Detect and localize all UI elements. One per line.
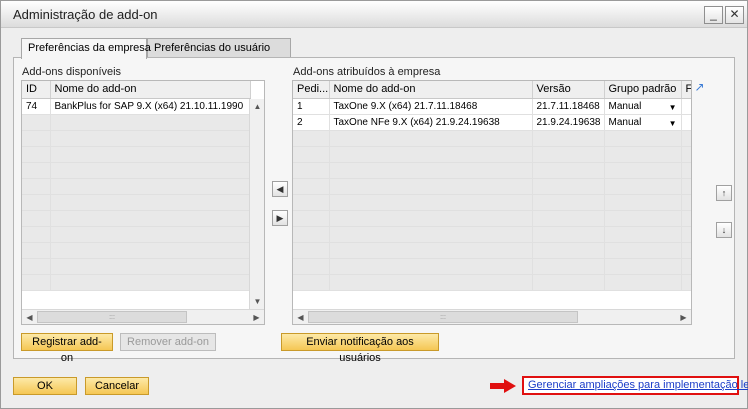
empty-row xyxy=(293,274,691,291)
default-group-dropdown[interactable]: Manual ▼ xyxy=(604,114,682,131)
scroll-up-icon[interactable]: ▲ xyxy=(250,99,264,114)
column-header-order[interactable]: Pedi... xyxy=(293,81,330,99)
dropdown-value: Manual xyxy=(608,100,642,112)
cell-addon-name: BankPlus for SAP 9.X (x64) 21.10.11.1990 xyxy=(50,98,251,115)
available-addons-grid: ID Nome do add-on 74 BankPlus for SAP 9.… xyxy=(21,80,265,325)
scroll-right-icon[interactable]: ▶ xyxy=(676,310,691,324)
empty-row xyxy=(22,194,251,211)
move-up-button[interactable]: ↑ xyxy=(716,185,732,201)
empty-row xyxy=(293,146,691,163)
column-header-f[interactable]: F xyxy=(681,81,691,99)
expand-assigned-icon[interactable]: ↗ xyxy=(693,81,706,94)
scroll-down-icon[interactable]: ▼ xyxy=(250,294,264,309)
available-horizontal-scrollbar[interactable]: ◀ ::: ▶ xyxy=(22,309,264,324)
grid-header-row: ID Nome do add-on xyxy=(22,81,251,99)
move-right-button[interactable]: ▶ xyxy=(272,210,288,226)
empty-row xyxy=(22,242,251,259)
scroll-right-icon[interactable]: ▶ xyxy=(249,310,264,324)
close-button[interactable]: ✕ xyxy=(725,6,744,24)
cell-addon-name: TaxOne NFe 9.X (x64) 21.9.24.19638 xyxy=(329,114,533,131)
scroll-left-icon[interactable]: ◀ xyxy=(293,310,308,324)
tab-panel: Add-ons disponíveis ↗ ID Nome do add-on … xyxy=(13,57,735,364)
scroll-thumb[interactable]: ::: xyxy=(308,311,578,323)
cell-version: 21.7.11.18468 xyxy=(532,98,605,115)
column-header-addon-name[interactable]: Nome do add-on xyxy=(50,81,251,99)
manage-extensions-link[interactable]: Gerenciar ampliações para implementação … xyxy=(528,379,748,391)
empty-row xyxy=(22,210,251,227)
dropdown-value: Manual xyxy=(608,116,642,128)
send-notification-button[interactable]: Enviar notificação aos usuários xyxy=(281,333,439,364)
empty-row xyxy=(22,162,251,179)
ok-button[interactable]: OK xyxy=(13,377,77,395)
cell-addon-name: TaxOne 9.X (x64) 21.7.11.18468 xyxy=(329,98,533,115)
assigned-addons-label: Add-ons atribuídos à empresa xyxy=(293,66,441,78)
column-header-default-group[interactable]: Grupo padrão xyxy=(604,81,682,99)
remove-addon-button[interactable]: Remover add-on xyxy=(120,333,216,351)
table-row[interactable]: 1 TaxOne 9.X (x64) 21.7.11.18468 21.7.11… xyxy=(293,98,691,115)
cancel-button[interactable]: Cancelar xyxy=(85,377,149,395)
assigned-horizontal-scrollbar[interactable]: ◀ ::: ▶ xyxy=(293,309,691,324)
empty-row xyxy=(293,258,691,275)
register-addon-button[interactable]: Registrar add-on xyxy=(21,333,113,364)
minimize-button[interactable]: _ xyxy=(704,6,723,24)
empty-row xyxy=(293,226,691,243)
move-left-button[interactable]: ◀ xyxy=(272,181,288,197)
red-arrow-icon xyxy=(490,379,516,393)
empty-row xyxy=(22,130,251,147)
move-down-button[interactable]: ↓ xyxy=(716,222,732,238)
addon-admin-window: Administração de add-on _ ✕ Preferências… xyxy=(0,0,748,409)
cell-version: 21.9.24.19638 xyxy=(532,114,605,131)
empty-row xyxy=(293,178,691,195)
chevron-down-icon[interactable]: ▼ xyxy=(669,103,677,112)
scroll-left-icon[interactable]: ◀ xyxy=(22,310,37,324)
tab-user-preferences[interactable]: Preferências do usuário xyxy=(147,38,291,58)
empty-row xyxy=(293,210,691,227)
highlight-box: Gerenciar ampliações para implementação … xyxy=(522,376,748,395)
empty-row xyxy=(22,114,251,131)
empty-row xyxy=(293,242,691,259)
chevron-down-icon[interactable]: ▼ xyxy=(669,119,677,128)
available-vertical-scrollbar[interactable]: ▲ ▼ xyxy=(249,99,264,309)
empty-row xyxy=(22,226,251,243)
empty-row xyxy=(22,178,251,195)
default-group-dropdown[interactable]: Manual ▼ xyxy=(604,98,682,115)
column-header-id[interactable]: ID xyxy=(22,81,51,99)
column-header-version[interactable]: Versão xyxy=(532,81,605,99)
window-title: Administração de add-on xyxy=(13,7,158,22)
available-addons-label: Add-ons disponíveis xyxy=(22,66,122,78)
table-row[interactable]: 74 BankPlus for SAP 9.X (x64) 21.10.11.1… xyxy=(22,98,251,115)
scroll-thumb[interactable]: ::: xyxy=(37,311,187,323)
cell-order: 1 xyxy=(293,98,330,115)
empty-row xyxy=(22,146,251,163)
cell-order: 2 xyxy=(293,114,330,131)
table-row[interactable]: 2 TaxOne NFe 9.X (x64) 21.9.24.19638 21.… xyxy=(293,114,691,131)
tab-company-preferences[interactable]: Preferências da empresa xyxy=(21,38,151,59)
empty-row xyxy=(293,162,691,179)
assigned-addons-grid: Pedi... Nome do add-on Versão Grupo padr… xyxy=(292,80,692,325)
grid-header-row: Pedi... Nome do add-on Versão Grupo padr… xyxy=(293,81,691,99)
empty-row xyxy=(22,258,251,275)
column-header-addon-name[interactable]: Nome do add-on xyxy=(329,81,533,99)
title-bar: Administração de add-on _ ✕ xyxy=(1,1,747,28)
cell-id: 74 xyxy=(22,98,51,115)
empty-row xyxy=(293,194,691,211)
empty-row xyxy=(22,274,251,291)
empty-row xyxy=(293,130,691,147)
